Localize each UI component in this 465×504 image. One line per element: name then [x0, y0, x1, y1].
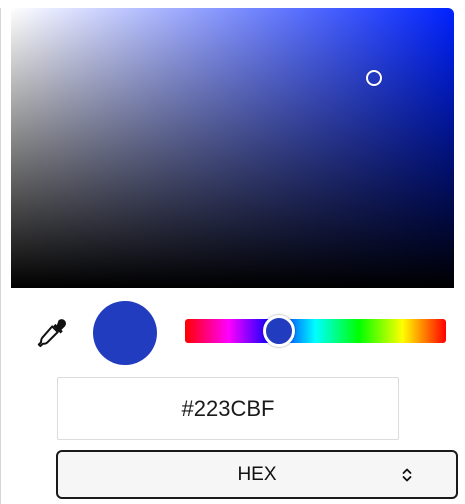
- hue-slider[interactable]: [185, 315, 446, 347]
- saturation-value-area[interactable]: [11, 8, 454, 288]
- hex-value-input[interactable]: [57, 377, 399, 440]
- selected-color-swatch: [93, 301, 157, 365]
- color-format-select[interactable]: HEX: [56, 450, 458, 499]
- color-picker: HEX: [0, 0, 465, 504]
- color-format-label: HEX: [237, 463, 277, 485]
- saturation-value-cursor[interactable]: [366, 70, 383, 86]
- updown-chevron-icon: [402, 468, 412, 482]
- eyedropper-icon: [37, 319, 66, 348]
- eyedropper-button[interactable]: [36, 316, 68, 348]
- hue-slider-thumb[interactable]: [263, 315, 296, 347]
- panel-border: [0, 8, 1, 504]
